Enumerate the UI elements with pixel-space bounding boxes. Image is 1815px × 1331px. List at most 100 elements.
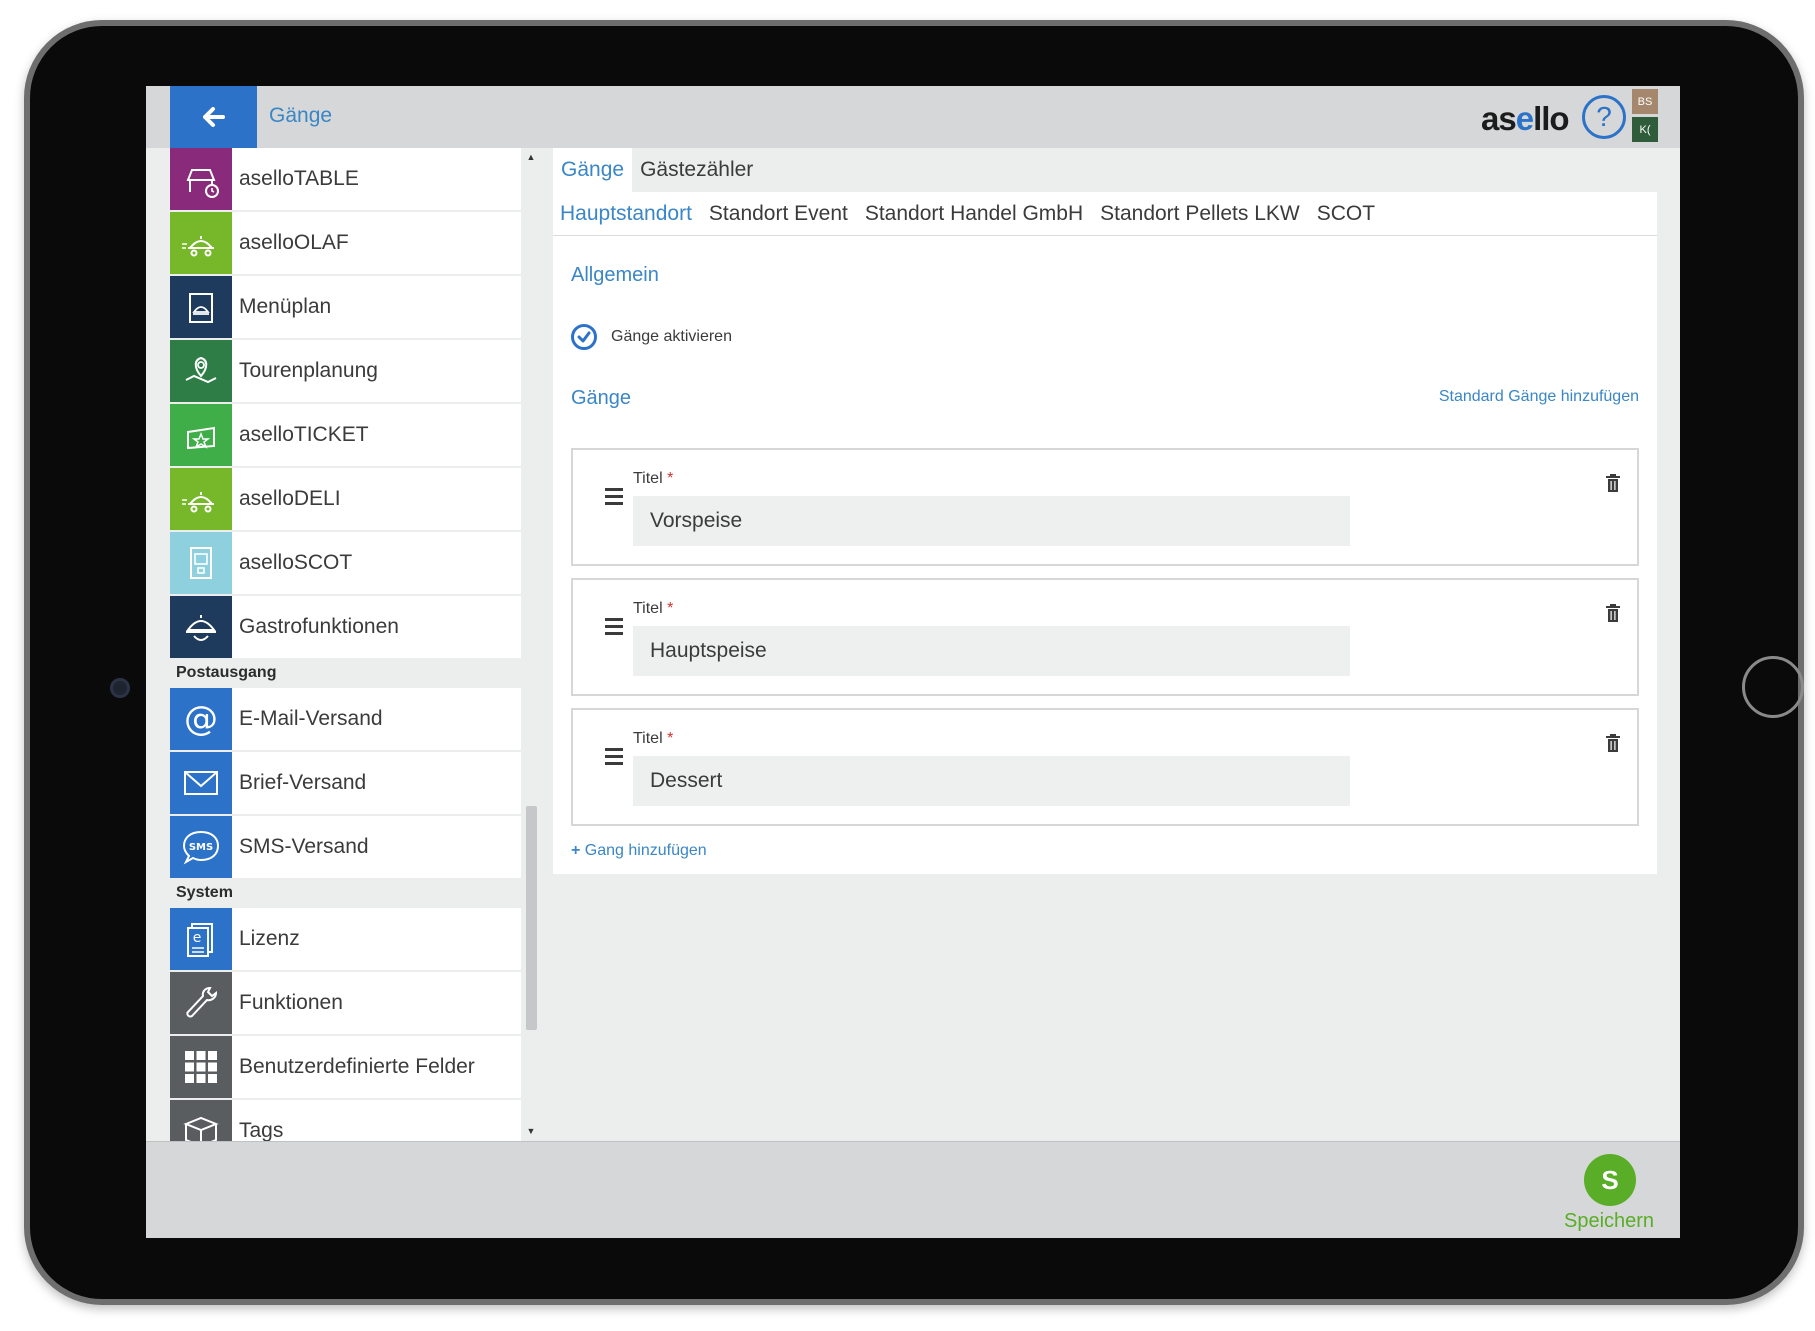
section-system: System bbox=[176, 884, 233, 901]
drag-handle-icon[interactable] bbox=[605, 748, 623, 769]
wrench-icon bbox=[170, 972, 232, 1034]
sidebar-item-label: Brief-Versand bbox=[239, 771, 367, 794]
brand-e: e bbox=[1515, 100, 1534, 137]
drag-handle-icon[interactable] bbox=[605, 618, 623, 639]
help-icon[interactable]: ? bbox=[1582, 95, 1626, 139]
home-button[interactable] bbox=[1742, 656, 1804, 718]
sidebar-item-label: SMS-Versand bbox=[239, 835, 369, 858]
title-field-label: Titel * bbox=[633, 470, 673, 488]
add-standard-courses-link[interactable]: Standard Gänge hinzufügen bbox=[1439, 388, 1639, 406]
tag-icon bbox=[170, 1100, 232, 1141]
required-marker: * bbox=[667, 470, 674, 487]
sidebar-item-label: aselloDELI bbox=[239, 487, 341, 510]
checkbox-checked-icon[interactable] bbox=[571, 324, 597, 350]
sidebar: aselloTABLE aselloOLAF Menüplan Tourenplanu… bbox=[170, 148, 521, 1141]
save-label[interactable]: Speichern bbox=[1564, 1210, 1654, 1233]
cloche-icon bbox=[170, 596, 232, 658]
ticket-icon bbox=[170, 404, 232, 466]
add-course-label: Gang hinzufügen bbox=[584, 842, 707, 859]
sidebar-item-label: Menüplan bbox=[239, 295, 332, 318]
brand-prefix: as bbox=[1481, 100, 1517, 137]
sidebar-item-e-mail-versand[interactable]: @ E-Mail-Versand bbox=[170, 688, 521, 750]
sidebar-item-label: aselloTABLE bbox=[239, 167, 359, 190]
title-label-text: Titel bbox=[633, 600, 663, 617]
trash-icon[interactable] bbox=[1605, 604, 1621, 622]
tab-gaestezaehler[interactable]: Gästezähler bbox=[632, 148, 761, 192]
sidebar-item-label: Benutzerdefinierte Felder bbox=[239, 1055, 475, 1078]
at-icon: @ bbox=[170, 688, 232, 750]
delivery-cart-icon bbox=[170, 468, 232, 530]
scroll-up-icon[interactable]: ▲ bbox=[525, 152, 537, 162]
sidebar-item-aselloolaf[interactable]: aselloOLAF bbox=[170, 212, 521, 274]
trash-icon[interactable] bbox=[1605, 734, 1621, 752]
content-panel: Hauptstandort Standort Event Standort Ha… bbox=[553, 192, 1657, 874]
activate-label: Gänge aktivieren bbox=[611, 328, 732, 345]
sidebar-item-tourenplanung[interactable]: Tourenplanung bbox=[170, 340, 521, 402]
user-badge[interactable]: BS bbox=[1632, 89, 1658, 114]
trash-icon[interactable] bbox=[1605, 474, 1621, 492]
sidebar-item-label: E-Mail-Versand bbox=[239, 707, 383, 730]
course-title-input[interactable]: Vorspeise bbox=[633, 496, 1350, 546]
section-gaenge-title: Gänge bbox=[571, 387, 632, 409]
sidebar-item-funktionen[interactable]: Funktionen bbox=[170, 972, 521, 1034]
camera bbox=[110, 678, 130, 698]
arrow-left-icon bbox=[202, 107, 225, 127]
tab-bar: Gänge Gästezähler bbox=[553, 148, 761, 192]
drag-handle-icon[interactable] bbox=[605, 488, 623, 509]
tab-standort-event[interactable]: Standort Event bbox=[709, 202, 848, 226]
sidebar-item-label: aselloTICKET bbox=[239, 423, 369, 446]
title-label-text: Titel bbox=[633, 470, 663, 487]
map-pin-icon bbox=[170, 340, 232, 402]
title-label-text: Titel bbox=[633, 730, 663, 747]
sms-icon: SMS bbox=[170, 816, 232, 878]
svg-text:e: e bbox=[193, 930, 202, 946]
location-badge[interactable]: K( bbox=[1632, 117, 1658, 142]
sidebar-item-label: Gastrofunktionen bbox=[239, 615, 399, 638]
envelope-icon bbox=[170, 752, 232, 814]
scroll-down-icon[interactable]: ▼ bbox=[525, 1126, 537, 1136]
grid-icon bbox=[170, 1036, 232, 1098]
tab-standort-pellets[interactable]: Standort Pellets LKW bbox=[1100, 202, 1300, 226]
tab-standort-handel[interactable]: Standort Handel GmbH bbox=[865, 202, 1083, 226]
plus-icon: + bbox=[571, 842, 581, 859]
sidebar-item-sms-versand[interactable]: SMS SMS-Versand bbox=[170, 816, 521, 878]
sidebar-item-aselloscot[interactable]: aselloSCOT bbox=[170, 532, 521, 594]
course-title-input[interactable]: Hauptspeise bbox=[633, 626, 1350, 676]
sidebar-item-label: aselloOLAF bbox=[239, 231, 349, 254]
section-allgemein-title: Allgemein bbox=[571, 264, 659, 286]
table-clock-icon bbox=[170, 148, 232, 210]
license-icon: e bbox=[170, 908, 232, 970]
tab-gaenge[interactable]: Gänge bbox=[553, 148, 633, 192]
title-field-label: Titel * bbox=[633, 600, 673, 618]
app-header: Gänge asello ? BS K( bbox=[146, 86, 1680, 148]
course-title-input[interactable]: Dessert bbox=[633, 756, 1350, 806]
sidebar-item-tags[interactable]: Tags bbox=[170, 1100, 521, 1141]
sidebar-item-brief-versand[interactable]: Brief-Versand bbox=[170, 752, 521, 814]
sidebar-item-benutzerdefinierte-felder[interactable]: Benutzerdefinierte Felder bbox=[170, 1036, 521, 1098]
sidebar-item-asellotable[interactable]: aselloTABLE bbox=[170, 148, 521, 210]
back-button[interactable] bbox=[170, 86, 257, 148]
sidebar-item-label: Tourenplanung bbox=[239, 359, 378, 382]
title-field-label: Titel * bbox=[633, 730, 673, 748]
page-title: Gänge bbox=[269, 104, 333, 127]
location-tabs: Hauptstandort Standort Event Standort Ha… bbox=[553, 192, 1657, 236]
sidebar-item-men-plan[interactable]: Menüplan bbox=[170, 276, 521, 338]
sidebar-item-aselloticket[interactable]: aselloTICKET bbox=[170, 404, 521, 466]
activate-checkbox-row[interactable]: Gänge aktivieren bbox=[571, 324, 732, 350]
sidebar-item-lizenz[interactable]: e Lizenz bbox=[170, 908, 521, 970]
brand-suffix: llo bbox=[1533, 100, 1569, 137]
sidebar-item-label: Tags bbox=[239, 1119, 284, 1141]
add-course-link[interactable]: + Gang hinzufügen bbox=[571, 842, 707, 860]
sidebar-item-asellodeli[interactable]: aselloDELI bbox=[170, 468, 521, 530]
app-footer: S Speichern bbox=[146, 1141, 1680, 1238]
sidebar-scroll-thumb[interactable] bbox=[526, 806, 537, 1030]
sidebar-item-gastrofunktionen[interactable]: Gastrofunktionen bbox=[170, 596, 521, 658]
required-marker: * bbox=[667, 600, 674, 617]
save-button[interactable]: S bbox=[1584, 1154, 1636, 1206]
tab-hauptstandort[interactable]: Hauptstandort bbox=[560, 202, 692, 226]
kiosk-icon bbox=[170, 532, 232, 594]
menu-card-icon bbox=[170, 276, 232, 338]
delivery-cart-icon bbox=[170, 212, 232, 274]
tab-scot[interactable]: SCOT bbox=[1317, 202, 1375, 226]
course-card: Titel * Hauptspeise bbox=[571, 578, 1639, 696]
